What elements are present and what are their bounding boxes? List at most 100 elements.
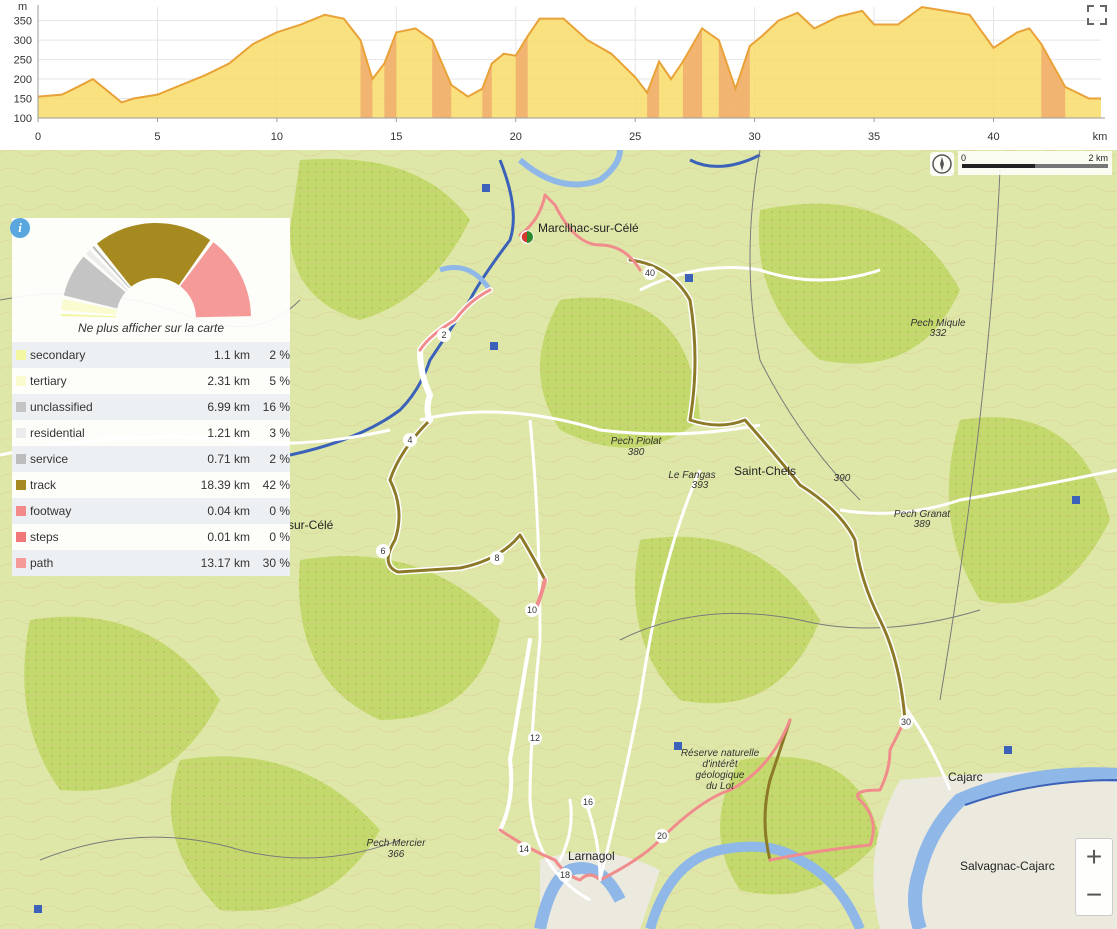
surface-row-unclassified[interactable]: unclassified 6.99 km 16 % — [12, 394, 290, 420]
x-tick-label: 0 — [35, 131, 41, 143]
surface-distance: 6.99 km — [207, 400, 250, 414]
elevation-profile[interactable]: 350 300 250 200 150 100 m 0 5 10 15 20 25 30 35 40 km — [0, 0, 1117, 150]
y-tick-label: 250 — [14, 55, 32, 67]
surface-percent: 2 % — [269, 452, 290, 466]
y-axis-unit: m — [18, 1, 27, 13]
place-elevation: 390 — [834, 473, 851, 484]
surface-percent: 42 % — [262, 478, 290, 492]
reserve-label: du Lot — [706, 781, 735, 792]
compass-icon[interactable] — [930, 152, 954, 176]
town-label: Cajarc — [948, 770, 983, 784]
surface-distance: 18.39 km — [200, 478, 250, 492]
svg-text:18: 18 — [560, 870, 570, 880]
reserve-label: Réserve naturelle — [681, 748, 760, 759]
legend-swatch — [16, 480, 26, 490]
y-tick-label: 350 — [14, 16, 32, 28]
y-tick-label: 300 — [14, 35, 32, 47]
surface-percent: 0 % — [269, 504, 290, 518]
surface-row-tertiary[interactable]: tertiary 2.31 km 5 % — [12, 368, 290, 394]
legend-swatch — [16, 376, 26, 386]
scale-bar — [962, 164, 1108, 168]
svg-text:12: 12 — [530, 733, 540, 743]
x-axis-unit: km — [1093, 131, 1108, 143]
legend-swatch — [16, 558, 26, 568]
surface-name: footway — [30, 504, 72, 518]
km-marker: 10 — [525, 603, 539, 617]
scale-end: 2 km — [1088, 153, 1108, 163]
town-label: Marcilhac-sur-Célé — [538, 221, 639, 235]
steep-segment — [482, 63, 492, 118]
surface-percent: 2 % — [269, 348, 290, 362]
km-marker: 30 — [899, 715, 913, 729]
svg-text:2: 2 — [441, 330, 446, 340]
km-marker: 16 — [581, 795, 595, 809]
surface-percent: 3 % — [269, 426, 290, 440]
surface-gauge-chart — [61, 223, 251, 318]
surface-percent: 30 % — [262, 556, 290, 570]
route-start-marker[interactable] — [520, 230, 534, 244]
elevation-chart[interactable]: 350 300 250 200 150 100 m 0 5 10 15 20 25 30 35 40 km — [0, 0, 1117, 150]
hide-on-map-link[interactable]: Ne plus afficher sur la carte — [12, 321, 290, 335]
surface-name: track — [30, 478, 57, 492]
y-tick-label: 200 — [14, 74, 32, 86]
place-label: Pech Piolat — [611, 436, 663, 447]
reserve-label: d'intérêt — [702, 759, 738, 770]
surface-row-residential[interactable]: residential 1.21 km 3 % — [12, 420, 290, 446]
svg-text:14: 14 — [519, 844, 529, 854]
surface-name: secondary — [30, 348, 86, 362]
zoom-control: + − — [1075, 838, 1113, 916]
km-marker: 18 — [558, 868, 572, 882]
x-tick-label: 20 — [510, 131, 522, 143]
km-marker: 4 — [403, 433, 417, 447]
surface-distance: 0.01 km — [207, 530, 250, 544]
place-elevation: 380 — [628, 447, 645, 458]
surface-row-service[interactable]: service 0.71 km 2 % — [12, 446, 290, 472]
surface-name: service — [30, 452, 69, 466]
town-label: Salvagnac-Cajarc — [960, 859, 1055, 873]
svg-text:40: 40 — [645, 268, 655, 278]
legend-swatch — [16, 532, 26, 542]
surface-name: steps — [30, 530, 59, 544]
surface-distance: 1.21 km — [207, 426, 250, 440]
legend-swatch — [16, 350, 26, 360]
surface-row-steps[interactable]: steps 0.01 km 0 % — [12, 524, 290, 550]
svg-text:20: 20 — [657, 831, 667, 841]
surface-distance: 13.17 km — [200, 556, 250, 570]
fullscreen-icon[interactable] — [1086, 4, 1108, 26]
surface-stats-panel: Ne plus afficher sur la carte secondary 1… — [12, 218, 290, 576]
place-elevation: 366 — [388, 849, 405, 860]
info-icon[interactable]: i — [10, 218, 30, 238]
svg-text:10: 10 — [527, 605, 537, 615]
surface-row-footway[interactable]: footway 0.04 km 0 % — [12, 498, 290, 524]
surface-row-secondary[interactable]: secondary 1.1 km 2 % — [12, 342, 290, 368]
legend-swatch — [16, 402, 26, 412]
place-elevation: 332 — [930, 328, 947, 339]
km-marker: 2 — [437, 328, 451, 342]
svg-text:6: 6 — [380, 546, 385, 556]
svg-text:4: 4 — [407, 435, 412, 445]
scale-start: 0 — [961, 153, 967, 163]
surface-percent: 16 % — [262, 400, 290, 414]
place-label: Pech Mercier — [367, 838, 427, 849]
km-marker: 14 — [517, 842, 531, 856]
map-scale: 0 2 km — [958, 151, 1112, 175]
surface-percent: 0 % — [269, 530, 290, 544]
zoom-in-button[interactable]: + — [1076, 839, 1112, 877]
steep-segment — [515, 36, 528, 118]
surface-name: tertiary — [30, 374, 67, 388]
surface-percent: 5 % — [269, 374, 290, 388]
surface-row-track[interactable]: track 18.39 km 42 % — [12, 472, 290, 498]
place-elevation: 389 — [914, 519, 931, 530]
x-tick-label: 25 — [629, 131, 641, 143]
surface-distance: 1.1 km — [213, 348, 250, 362]
x-tick-label: 30 — [749, 131, 761, 143]
x-tick-label: 10 — [271, 131, 283, 143]
zoom-out-button[interactable]: − — [1076, 877, 1112, 915]
surface-distance: 0.04 km — [207, 504, 250, 518]
surface-row-path[interactable]: path 13.17 km 30 % — [12, 550, 290, 576]
surface-name: unclassified — [30, 400, 93, 414]
svg-text:30: 30 — [901, 717, 911, 727]
legend-swatch — [16, 454, 26, 464]
x-tick-label: 40 — [987, 131, 999, 143]
steep-segment — [682, 28, 703, 119]
